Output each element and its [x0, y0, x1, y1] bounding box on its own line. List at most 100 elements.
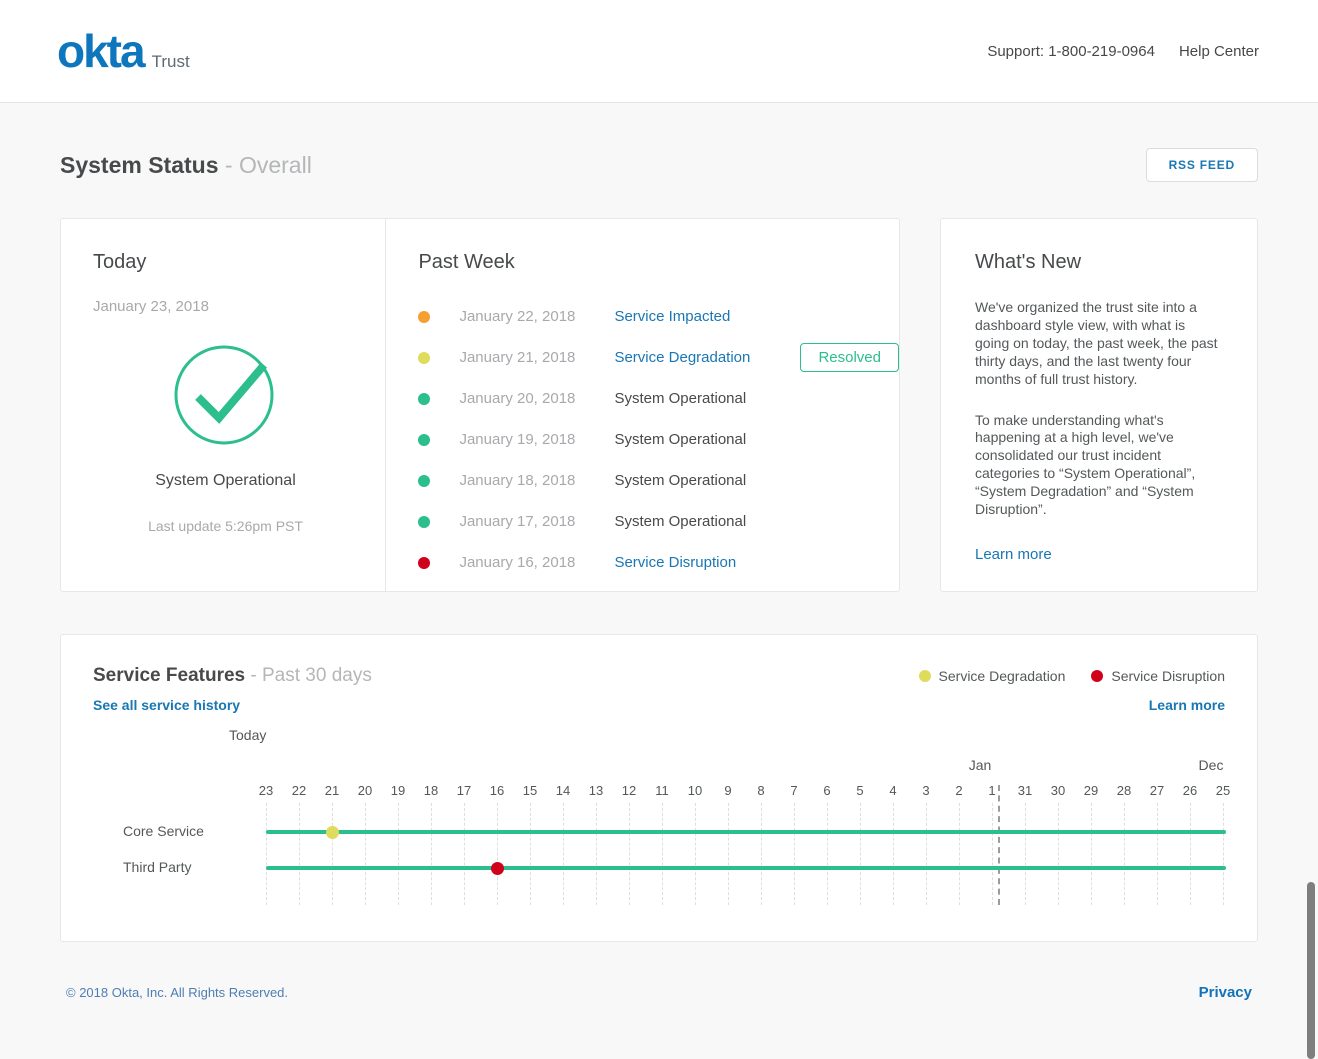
today-status: System Operational — [93, 472, 358, 490]
gridline — [332, 803, 333, 905]
rss-feed-button[interactable]: RSS FEED — [1146, 148, 1258, 182]
gridline — [959, 803, 960, 905]
gridline — [1124, 803, 1125, 905]
timeline-row-label: Core Service — [123, 823, 204, 839]
month-label: Dec — [1199, 757, 1224, 773]
incident-date: January 19, 2018 — [459, 431, 614, 448]
gridline — [761, 803, 762, 905]
past-week-section: Past Week January 22, 2018 Service Impac… — [385, 219, 899, 591]
day-tick-label: 15 — [523, 783, 537, 798]
gridline — [563, 803, 564, 905]
brand[interactable]: okta Trust — [57, 28, 190, 74]
gridline — [596, 803, 597, 905]
legend-label: Service Disruption — [1111, 668, 1225, 684]
day-tick-label: 30 — [1051, 783, 1065, 798]
service-features-card: Service Features - Past 30 days Service … — [60, 634, 1258, 942]
day-tick-label: 25 — [1216, 783, 1230, 798]
month-label: Jan — [969, 757, 992, 773]
incident-date: January 20, 2018 — [459, 390, 614, 407]
gridline — [1091, 803, 1092, 905]
day-tick-label: 17 — [457, 783, 471, 798]
disruption-legend-dot-icon — [1091, 670, 1103, 682]
logo-suffix: Trust — [152, 52, 190, 72]
day-tick-label: 13 — [589, 783, 603, 798]
day-tick-label: 28 — [1117, 783, 1131, 798]
gridline — [1025, 803, 1026, 905]
degradation-legend-dot-icon — [919, 670, 931, 682]
chart-legend: Service Degradation Service Disruption — [919, 668, 1225, 684]
day-tick-label: 11 — [655, 783, 669, 798]
title-row: System Status - Overall RSS FEED — [60, 145, 1258, 185]
okta-logo[interactable]: okta — [57, 28, 144, 74]
incident-status[interactable]: Service Impacted — [614, 308, 800, 325]
service-features-subheader: See all service history Learn more — [93, 697, 1225, 713]
gridline — [662, 803, 663, 905]
help-center-link[interactable]: Help Center — [1179, 43, 1259, 60]
gridline — [695, 803, 696, 905]
incident-status[interactable]: Service Disruption — [614, 554, 800, 571]
gridline — [299, 803, 300, 905]
disruption-incident-dot[interactable] — [491, 862, 504, 875]
gridline — [1157, 803, 1158, 905]
gridline — [893, 803, 894, 905]
day-tick-label: 2 — [955, 783, 962, 798]
day-tick-label: 1 — [988, 783, 995, 798]
day-tick-label: 3 — [922, 783, 929, 798]
incident-status: System Operational — [614, 472, 800, 489]
service-features-subtitle: - Past 30 days — [250, 665, 371, 686]
header: okta Trust Support: 1-800-219-0964 Help … — [0, 0, 1318, 103]
service-features-header: Service Features - Past 30 days Service … — [93, 665, 1225, 687]
legend-item: Service Degradation — [919, 668, 1066, 684]
today-heading: Today — [93, 251, 385, 274]
day-tick-label: 18 — [424, 783, 438, 798]
day-tick-label: 31 — [1018, 783, 1032, 798]
gridline — [1223, 803, 1224, 905]
see-all-history-link[interactable]: See all service history — [93, 697, 240, 713]
status-cards-row: Today January 23, 2018 System Operationa… — [60, 218, 1258, 592]
incident-status[interactable]: Service Degradation — [614, 349, 800, 366]
timeline-row-label: Third Party — [123, 859, 191, 875]
incident-date: January 21, 2018 — [459, 349, 614, 366]
today-date: January 23, 2018 — [93, 298, 385, 315]
scrollbar-thumb[interactable] — [1307, 882, 1315, 1059]
whats-new-paragraph-2: To make understanding what's happening a… — [975, 412, 1223, 519]
chart-learn-more-link[interactable]: Learn more — [1149, 697, 1225, 713]
privacy-link[interactable]: Privacy — [1199, 984, 1252, 1001]
resolved-badge[interactable]: Resolved — [800, 343, 899, 372]
incident-status: System Operational — [614, 431, 800, 448]
gridline — [530, 803, 531, 905]
gridline — [266, 803, 267, 905]
incident-date: January 22, 2018 — [459, 308, 614, 325]
day-tick-label: 6 — [823, 783, 830, 798]
status-dot-icon — [418, 557, 430, 569]
past-week-row: January 16, 2018 Service Disruption — [418, 542, 899, 583]
past-week-row: January 17, 2018 System Operational — [418, 501, 899, 542]
copyright-text: © 2018 Okta, Inc. All Rights Reserved. — [66, 985, 288, 1000]
day-tick-label: 5 — [856, 783, 863, 798]
whats-new-heading: What's New — [975, 251, 1223, 274]
service-features-subtitle-text: - Past 30 days — [250, 665, 371, 686]
whats-new-learn-more-link[interactable]: Learn more — [975, 546, 1052, 563]
past-week-row: January 20, 2018 System Operational — [418, 378, 899, 419]
day-tick-label: 10 — [688, 783, 702, 798]
gridline — [464, 803, 465, 905]
gridline — [629, 803, 630, 905]
gridline — [992, 803, 993, 905]
gridline — [431, 803, 432, 905]
page-subtitle-text: - Overall — [225, 152, 312, 178]
legend-label: Service Degradation — [939, 668, 1066, 684]
degradation-incident-dot[interactable] — [326, 826, 339, 839]
month-boundary-gridline — [998, 785, 1000, 905]
check-circle-icon — [174, 341, 278, 445]
today-pastweek-card: Today January 23, 2018 System Operationa… — [60, 218, 900, 592]
past-week-row: January 18, 2018 System Operational — [418, 460, 899, 501]
day-tick-label: 21 — [325, 783, 339, 798]
timeline-plot: Today 2322212019181716151413121110987654… — [93, 723, 1225, 913]
day-tick-label: 8 — [757, 783, 764, 798]
day-tick-label: 14 — [556, 783, 570, 798]
last-update: Last update 5:26pm PST — [93, 518, 358, 534]
status-dot-icon — [418, 434, 430, 446]
day-tick-label: 4 — [889, 783, 896, 798]
day-tick-label: 9 — [724, 783, 731, 798]
page-title-subtitle: - Overall — [225, 152, 312, 178]
